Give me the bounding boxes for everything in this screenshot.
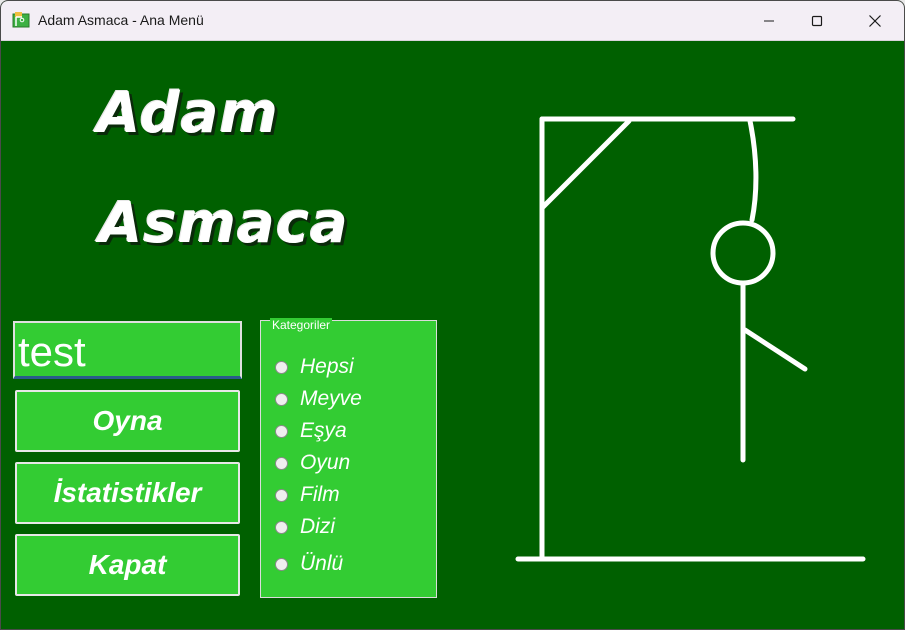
gallows-brace bbox=[539, 118, 632, 211]
title-bar[interactable]: Adam Asmaca - Ana Menü bbox=[1, 1, 904, 41]
client-area: Adam Asmaca Oyna İstatistikler Kapat Kat… bbox=[1, 40, 904, 629]
close-window-button[interactable] bbox=[852, 1, 898, 40]
hangman-drawing bbox=[515, 116, 866, 562]
minimize-icon bbox=[764, 20, 774, 21]
hangman-arm bbox=[742, 327, 808, 372]
minimize-button[interactable] bbox=[746, 1, 792, 40]
window-title: Adam Asmaca - Ana Menü bbox=[38, 12, 204, 28]
close-icon bbox=[869, 14, 881, 27]
maximize-button[interactable] bbox=[794, 1, 840, 40]
main-window: Adam Asmaca - Ana Menü Adam Asmaca Oyna … bbox=[0, 0, 905, 630]
hangman-rope bbox=[747, 118, 759, 223]
hangman-head bbox=[710, 220, 776, 286]
app-icon bbox=[12, 11, 30, 29]
maximize-icon bbox=[811, 15, 823, 26]
